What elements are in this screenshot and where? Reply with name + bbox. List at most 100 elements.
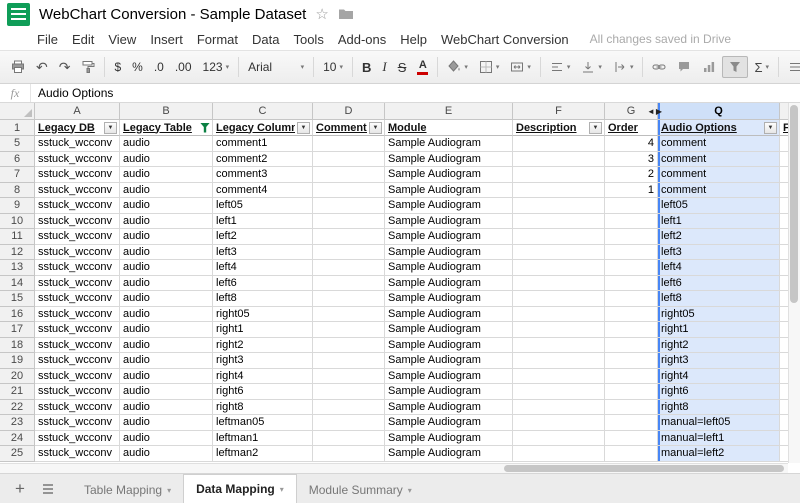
cell-F22[interactable]: [513, 400, 605, 416]
text-wrap-button[interactable]: ▾: [608, 56, 639, 78]
column-header-C[interactable]: C: [213, 103, 313, 120]
cell-Q12[interactable]: left3: [658, 245, 780, 261]
field-header-cell-D[interactable]: Comments▼: [313, 120, 385, 136]
cell-B24[interactable]: audio: [120, 431, 213, 447]
tab-module-summary[interactable]: Module Summary▾: [297, 477, 424, 503]
cell-A24[interactable]: sstuck_wcconv: [35, 431, 120, 447]
cell-F25[interactable]: [513, 446, 605, 462]
tab-table-mapping[interactable]: Table Mapping▾: [72, 477, 183, 503]
cell-Q15[interactable]: left8: [658, 291, 780, 307]
row-header-7[interactable]: 7: [0, 167, 35, 183]
italic-button[interactable]: I: [377, 56, 391, 78]
filter-dropdown-button[interactable]: ▼: [589, 122, 602, 134]
cell-F9[interactable]: [513, 198, 605, 214]
formula-input[interactable]: Audio Options: [31, 84, 113, 102]
row-header-15[interactable]: 15: [0, 291, 35, 307]
column-header-A[interactable]: A: [35, 103, 120, 120]
cell-B13[interactable]: audio: [120, 260, 213, 276]
horizontal-scrollbar-thumb[interactable]: [504, 465, 784, 472]
cell-C16[interactable]: right05: [213, 307, 313, 323]
fill-color-button[interactable]: ▾: [442, 56, 473, 78]
horizontal-scrollbar[interactable]: [0, 463, 788, 473]
cell-B5[interactable]: audio: [120, 136, 213, 152]
cell-D22[interactable]: [313, 400, 385, 416]
cell-G18[interactable]: [605, 338, 658, 354]
field-header-cell-F[interactable]: Description▼: [513, 120, 605, 136]
cell-Q14[interactable]: left6: [658, 276, 780, 292]
cell-D18[interactable]: [313, 338, 385, 354]
cell-E5[interactable]: Sample Audiogram: [385, 136, 513, 152]
cell-D17[interactable]: [313, 322, 385, 338]
cell-F23[interactable]: [513, 415, 605, 431]
cell-A18[interactable]: sstuck_wcconv: [35, 338, 120, 354]
cell-E19[interactable]: Sample Audiogram: [385, 353, 513, 369]
cell-C25[interactable]: leftman2: [213, 446, 313, 462]
cell-C21[interactable]: right6: [213, 384, 313, 400]
cell-G19[interactable]: [605, 353, 658, 369]
menu-file[interactable]: File: [30, 32, 65, 47]
column-header-E[interactable]: E: [385, 103, 513, 120]
insert-link-button[interactable]: [647, 56, 671, 78]
cell-B15[interactable]: audio: [120, 291, 213, 307]
cell-F14[interactable]: [513, 276, 605, 292]
cell-G23[interactable]: [605, 415, 658, 431]
cell-D11[interactable]: [313, 229, 385, 245]
cell-B18[interactable]: audio: [120, 338, 213, 354]
cell-C24[interactable]: leftman1: [213, 431, 313, 447]
row-header-10[interactable]: 10: [0, 214, 35, 230]
cell-G22[interactable]: [605, 400, 658, 416]
cell-A21[interactable]: sstuck_wcconv: [35, 384, 120, 400]
cell-G5[interactable]: 4: [605, 136, 658, 152]
cell-C7[interactable]: comment3: [213, 167, 313, 183]
cell-D13[interactable]: [313, 260, 385, 276]
tab-data-mapping[interactable]: Data Mapping▾: [183, 474, 297, 503]
cell-A12[interactable]: sstuck_wcconv: [35, 245, 120, 261]
strikethrough-button[interactable]: S: [393, 56, 412, 78]
row-header-25[interactable]: 25: [0, 446, 35, 462]
cell-B14[interactable]: audio: [120, 276, 213, 292]
cell-C8[interactable]: comment4: [213, 183, 313, 199]
column-header-B[interactable]: B: [120, 103, 213, 120]
column-header-F[interactable]: F: [513, 103, 605, 120]
cell-F21[interactable]: [513, 384, 605, 400]
star-icon[interactable]: ☆: [315, 7, 328, 22]
cell-B12[interactable]: audio: [120, 245, 213, 261]
menu-edit[interactable]: Edit: [65, 32, 101, 47]
cell-A13[interactable]: sstuck_wcconv: [35, 260, 120, 276]
cell-C10[interactable]: left1: [213, 214, 313, 230]
cell-A8[interactable]: sstuck_wcconv: [35, 183, 120, 199]
cell-E15[interactable]: Sample Audiogram: [385, 291, 513, 307]
cell-B8[interactable]: audio: [120, 183, 213, 199]
cell-C9[interactable]: left05: [213, 198, 313, 214]
cell-Q8[interactable]: comment: [658, 183, 780, 199]
cell-E23[interactable]: Sample Audiogram: [385, 415, 513, 431]
cell-G16[interactable]: [605, 307, 658, 323]
field-header-cell-G[interactable]: Order: [605, 120, 658, 136]
filter-dropdown-button[interactable]: ▼: [369, 122, 382, 134]
merge-cells-button[interactable]: ▾: [505, 56, 536, 78]
cell-A22[interactable]: sstuck_wcconv: [35, 400, 120, 416]
cell-C6[interactable]: comment2: [213, 152, 313, 168]
cell-G8[interactable]: 1: [605, 183, 658, 199]
cell-Q24[interactable]: manual=left1: [658, 431, 780, 447]
row-header-1[interactable]: 1: [0, 120, 35, 136]
cell-E14[interactable]: Sample Audiogram: [385, 276, 513, 292]
filter-dropdown-button[interactable]: ▼: [764, 122, 777, 134]
cell-G6[interactable]: 3: [605, 152, 658, 168]
cell-B7[interactable]: audio: [120, 167, 213, 183]
folder-icon[interactable]: [338, 8, 354, 20]
cell-E9[interactable]: Sample Audiogram: [385, 198, 513, 214]
menu-format[interactable]: Format: [190, 32, 245, 47]
cell-B10[interactable]: audio: [120, 214, 213, 230]
cell-B9[interactable]: audio: [120, 198, 213, 214]
cell-E12[interactable]: Sample Audiogram: [385, 245, 513, 261]
cell-G17[interactable]: [605, 322, 658, 338]
cell-Q16[interactable]: right05: [658, 307, 780, 323]
cell-A7[interactable]: sstuck_wcconv: [35, 167, 120, 183]
cell-G20[interactable]: [605, 369, 658, 385]
menu-insert[interactable]: Insert: [143, 32, 190, 47]
horizontal-align-button[interactable]: ▾: [545, 56, 576, 78]
cell-G21[interactable]: [605, 384, 658, 400]
format-currency-button[interactable]: $: [109, 56, 126, 78]
cell-A19[interactable]: sstuck_wcconv: [35, 353, 120, 369]
